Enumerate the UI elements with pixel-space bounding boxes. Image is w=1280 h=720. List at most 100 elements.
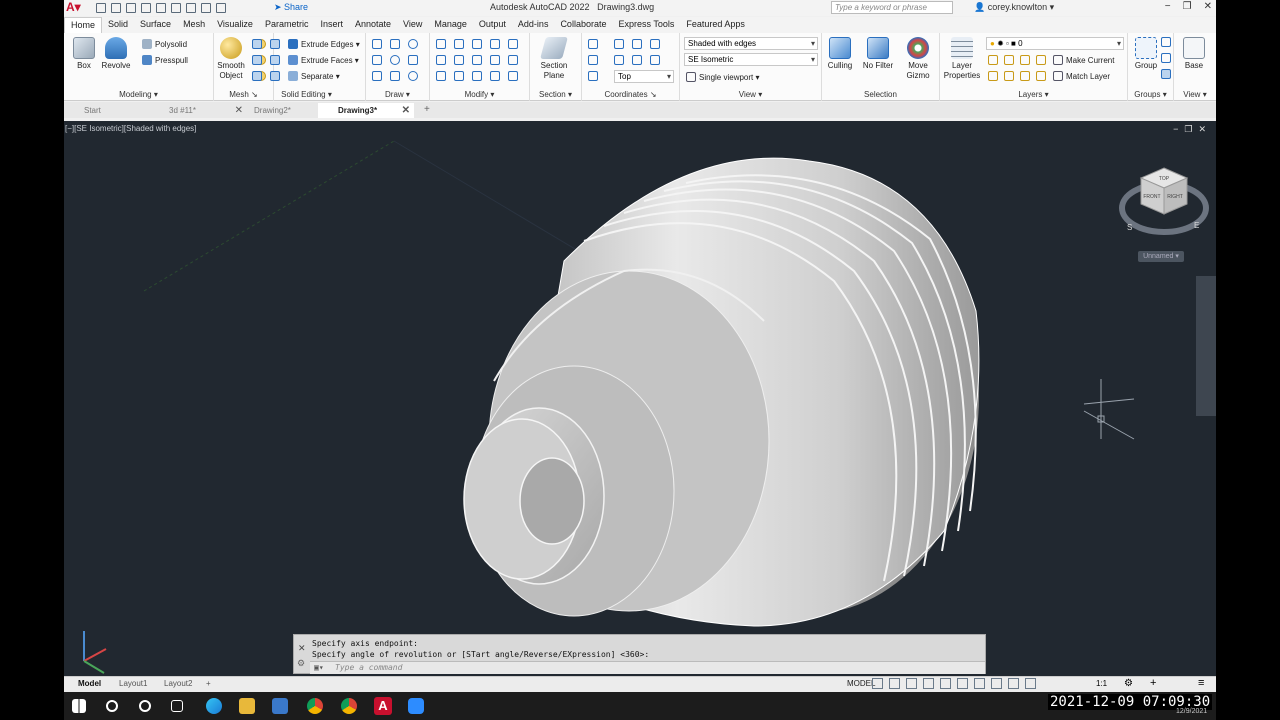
layer-isolate-icon[interactable] — [1004, 55, 1014, 65]
ucs-menu-button[interactable]: Unnamed ▾ — [1138, 251, 1184, 262]
menu-icon[interactable]: ≡ — [1198, 677, 1204, 689]
union-icon[interactable] — [252, 39, 262, 49]
task-view-icon[interactable] — [171, 700, 183, 712]
search-input[interactable]: Type a keyword or phrase — [831, 1, 953, 14]
grid-icon[interactable] — [872, 678, 883, 689]
panel-title[interactable]: Modeling ▾ — [64, 90, 213, 99]
ucs-dropdown[interactable]: Top — [614, 70, 674, 83]
layer-unisolate-icon[interactable] — [1004, 71, 1014, 81]
file-explorer-icon[interactable] — [239, 698, 255, 714]
transparency-icon[interactable] — [991, 678, 1002, 689]
ribbon-tab-solid[interactable]: Solid — [102, 17, 134, 33]
smooth-object-button[interactable]: Smooth Object — [211, 37, 251, 81]
layer-freeze-icon[interactable] — [1020, 55, 1030, 65]
ribbon-tab-parametric[interactable]: Parametric — [259, 17, 315, 33]
new-tab-icon[interactable]: + — [424, 104, 430, 115]
command-input[interactable]: ▣▾ Type a command — [310, 661, 985, 674]
selection-cycling-icon[interactable] — [1008, 678, 1019, 689]
maximize-icon[interactable]: ❐ — [1183, 1, 1192, 12]
user-account[interactable]: 👤 corey.knowlton ▾ — [974, 2, 1054, 13]
layer-lock-icon[interactable] — [1036, 55, 1046, 65]
ribbon-tab-express-tools[interactable]: Express Tools — [612, 17, 680, 33]
group-select-icon[interactable] — [1161, 69, 1171, 79]
ucs-object-icon[interactable] — [614, 55, 624, 65]
ellipse-icon[interactable] — [408, 71, 418, 81]
culling-button[interactable]: Culling — [820, 37, 860, 71]
slice-icon[interactable] — [270, 55, 280, 65]
osnap-icon[interactable] — [940, 678, 951, 689]
panel-title[interactable]: Solid Editing ▾ — [248, 90, 365, 99]
annotation-scale[interactable]: 1:1 — [1096, 679, 1107, 688]
layer-properties-button[interactable]: Layer Properties — [942, 37, 982, 81]
thicken-icon[interactable] — [270, 71, 280, 81]
panel-title[interactable]: Modify ▾ — [430, 90, 529, 99]
close-icon[interactable]: ✕ — [1204, 1, 1212, 12]
presspull-button[interactable]: Presspull — [142, 55, 188, 66]
group-edit-icon[interactable] — [1161, 53, 1171, 63]
polysolid-button[interactable]: Polysolid — [142, 39, 187, 50]
polar-icon[interactable] — [923, 678, 934, 689]
ucs-x-icon[interactable] — [650, 55, 660, 65]
erase-icon[interactable] — [436, 71, 446, 81]
rectangle-icon[interactable] — [390, 71, 400, 81]
viewport-config-button[interactable]: Single viewport ▾ — [686, 72, 760, 83]
doc-tab-3d11[interactable]: 3d #11* ✕ — [149, 103, 247, 118]
ucs-face-icon[interactable] — [588, 55, 598, 65]
layout-tab-model[interactable]: Model — [78, 679, 101, 688]
ucs-3point-icon[interactable] — [650, 39, 660, 49]
save-icon[interactable] — [126, 3, 136, 13]
base-button[interactable]: Base — [1174, 37, 1214, 71]
layout-tab-layout1[interactable]: Layout1 — [119, 679, 147, 688]
chrome-icon[interactable] — [307, 698, 323, 714]
redo-icon[interactable] — [216, 3, 226, 13]
layer-on-icon[interactable] — [988, 71, 998, 81]
store-icon[interactable] — [272, 698, 288, 714]
doc-tab-drawing3[interactable]: Drawing3* ✕ — [318, 103, 414, 118]
intersect-icon[interactable] — [252, 71, 262, 81]
rotate3d-icon[interactable] — [490, 39, 500, 49]
array-icon[interactable] — [454, 39, 464, 49]
save-as-icon[interactable] — [141, 3, 151, 13]
doc-tab-start[interactable]: Start — [64, 103, 149, 118]
rotate-icon[interactable] — [454, 55, 464, 65]
ribbon-tab-manage[interactable]: Manage — [428, 17, 473, 33]
fillet-icon[interactable] — [508, 55, 518, 65]
trim-icon[interactable] — [508, 39, 518, 49]
ucs-world-icon[interactable] — [614, 39, 624, 49]
chrome-profile-icon[interactable] — [341, 698, 357, 714]
panel-title[interactable]: Draw ▾ — [366, 90, 429, 99]
save-web-icon[interactable] — [171, 3, 181, 13]
ucs-named-icon[interactable] — [588, 71, 598, 81]
ortho-icon[interactable] — [906, 678, 917, 689]
interfere-icon[interactable] — [270, 39, 280, 49]
cortana-icon[interactable] — [139, 700, 151, 712]
autocad-taskbar-icon[interactable]: A — [374, 697, 392, 715]
ungroup-icon[interactable] — [1161, 37, 1171, 47]
layout-tab-layout2[interactable]: Layout2 — [164, 679, 192, 688]
minimize-icon[interactable]: − — [1165, 1, 1171, 12]
panel-title[interactable]: View ▾ — [680, 90, 821, 99]
ribbon-tab-annotate[interactable]: Annotate — [349, 17, 397, 33]
line-icon[interactable] — [372, 39, 382, 49]
move-icon[interactable] — [472, 39, 482, 49]
offset-icon[interactable] — [436, 55, 446, 65]
move-gizmo-button[interactable]: Move Gizmo — [898, 37, 938, 81]
align-icon[interactable] — [436, 39, 446, 49]
group-button[interactable]: Group — [1126, 37, 1166, 71]
panel-title[interactable]: Layers ▾ — [940, 90, 1127, 99]
layer-unlock-icon[interactable] — [1036, 71, 1046, 81]
polyline-icon[interactable] — [390, 39, 400, 49]
open-web-icon[interactable] — [156, 3, 166, 13]
share-button[interactable]: ➤ Share — [274, 2, 308, 13]
close-icon[interactable]: ✕ — [402, 105, 410, 116]
ribbon-tab-home[interactable]: Home — [64, 17, 103, 33]
panel-title[interactable]: Coordinates ↘ — [582, 90, 679, 99]
copy-icon[interactable] — [472, 55, 482, 65]
panel-title[interactable]: Groups ▾ — [1128, 90, 1173, 99]
spline-icon[interactable] — [372, 55, 382, 65]
ribbon-tab-mesh[interactable]: Mesh — [177, 17, 211, 33]
lineweight-icon[interactable] — [974, 678, 985, 689]
close-icon[interactable]: ✕ — [298, 643, 306, 654]
panel-title[interactable]: View ▾ — [1174, 90, 1216, 99]
helix-icon[interactable] — [408, 55, 418, 65]
